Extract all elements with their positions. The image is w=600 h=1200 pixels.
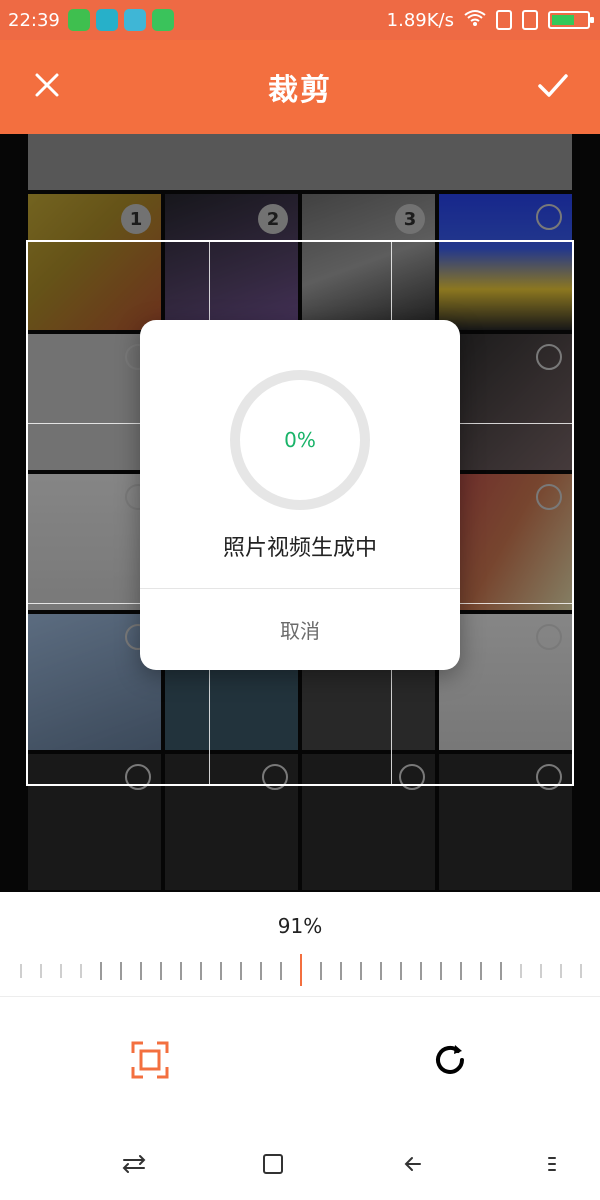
home-icon — [261, 1152, 285, 1180]
status-time: 22:39 — [8, 9, 60, 31]
scale-tick — [140, 962, 142, 980]
scale-tick — [520, 964, 522, 978]
sim-icon — [522, 10, 538, 30]
progress-ring: 0% — [230, 370, 370, 510]
switch-icon — [120, 1152, 148, 1180]
menu-icon — [547, 1152, 557, 1180]
status-right: 1.89K/s — [386, 9, 594, 32]
scale-indicator — [300, 954, 302, 986]
close-icon — [33, 71, 61, 103]
battery-fill — [552, 15, 575, 25]
notification-icons — [67, 9, 174, 31]
scale-tick — [220, 962, 222, 980]
notification-app-icon — [123, 9, 146, 31]
scale-value: 91% — [277, 914, 323, 938]
scale-tick — [20, 964, 22, 978]
scale-tick — [260, 962, 262, 980]
usb-icon — [151, 9, 174, 31]
menu-button[interactable] — [532, 1146, 572, 1186]
scale-tick — [340, 962, 342, 980]
scale-tick — [440, 962, 442, 980]
divider — [0, 996, 600, 997]
check-icon — [536, 68, 570, 106]
cancel-button[interactable]: 取消 — [140, 589, 460, 670]
wifi-icon — [464, 9, 486, 32]
scale-tick — [500, 962, 502, 980]
scale-tick — [580, 964, 582, 978]
scale-tick — [400, 962, 402, 980]
scale-tick — [240, 962, 242, 980]
progress-dialog: 0% 照片视频生成中 取消 — [140, 320, 460, 670]
scale-tick — [380, 962, 382, 980]
notification-app-icon — [95, 9, 118, 31]
back-icon — [400, 1152, 426, 1180]
tool-row — [0, 1032, 600, 1092]
scale-tick — [560, 964, 562, 978]
progress-percent: 0% — [284, 428, 316, 452]
scale-tick — [60, 964, 62, 978]
scale-tick — [460, 962, 462, 980]
bottom-controls: 91% — [0, 892, 600, 1132]
rotate-button[interactable] — [420, 1032, 480, 1092]
scale-tick — [80, 964, 82, 978]
crop-frame-icon — [131, 1041, 169, 1083]
back-button[interactable] — [393, 1146, 433, 1186]
confirm-button[interactable] — [506, 40, 600, 134]
status-bar: 22:39 1.89K/s — [0, 0, 600, 40]
sim-icon — [496, 10, 512, 30]
page-title: 裁剪 — [268, 73, 332, 108]
scale-tick — [120, 962, 122, 980]
scale-tick — [100, 962, 102, 980]
notification-app-icon — [67, 9, 90, 31]
scale-tick — [320, 962, 322, 980]
scale-tick — [180, 962, 182, 980]
dialog-message: 照片视频生成中 — [222, 536, 377, 561]
recent-apps-button[interactable] — [114, 1146, 154, 1186]
scale-tick — [420, 962, 422, 980]
scale-tick — [280, 962, 282, 980]
scale-tick — [480, 962, 482, 980]
home-button[interactable] — [253, 1146, 293, 1186]
rotate-icon — [431, 1041, 469, 1083]
scale-tick — [200, 962, 202, 980]
network-speed: 1.89K/s — [386, 9, 454, 31]
close-button[interactable] — [0, 40, 94, 134]
crop-tool-button[interactable] — [120, 1032, 180, 1092]
scale-tick — [360, 962, 362, 980]
scale-tick — [160, 962, 162, 980]
navigation-bar — [0, 1132, 600, 1200]
battery-icon — [548, 11, 594, 29]
scale-tick — [540, 964, 542, 978]
scale-tick — [40, 964, 42, 978]
title-bar: 裁剪 — [0, 40, 600, 134]
scale-ruler[interactable] — [12, 954, 588, 986]
